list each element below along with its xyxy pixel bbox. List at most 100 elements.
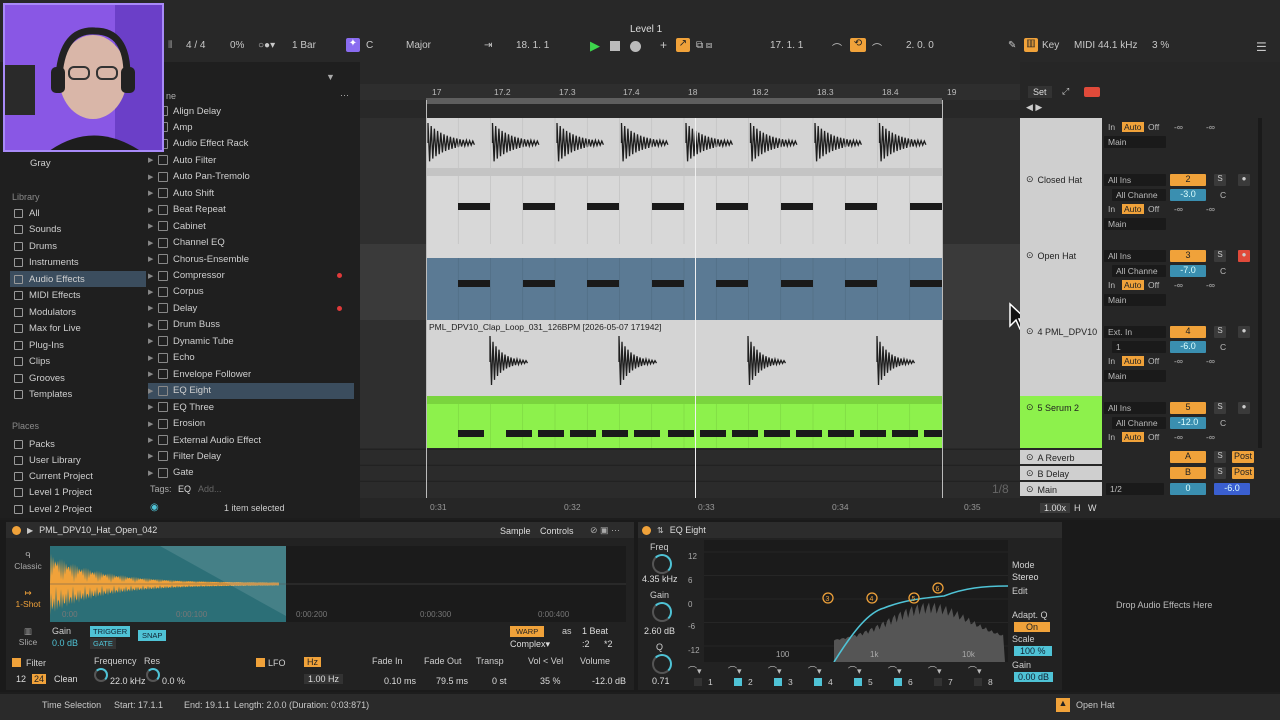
- band-filter-type-icon[interactable]: ⌒▾: [808, 664, 822, 677]
- expand-icon[interactable]: ▶: [148, 354, 158, 362]
- scale-mode-icon[interactable]: ✦: [346, 38, 360, 52]
- play-button[interactable]: ▶: [590, 38, 600, 54]
- main-volume[interactable]: 0: [1170, 483, 1206, 495]
- mixer-track-4[interactable]: ⊙ 4 PML_DPV10: [1020, 320, 1102, 396]
- warp-beats[interactable]: 1 Beat: [582, 626, 608, 636]
- mixer-track-1[interactable]: [1020, 118, 1102, 168]
- send-b[interactable]: -∞: [1206, 280, 1215, 290]
- track-activator[interactable]: 3: [1170, 250, 1206, 262]
- device-power-icon[interactable]: [12, 525, 21, 535]
- expand-icon[interactable]: ▶: [148, 255, 158, 263]
- library-item-sounds[interactable]: Sounds: [10, 222, 146, 238]
- monitor-off[interactable]: Off: [1148, 432, 1159, 442]
- gain-value[interactable]: 0.0 dB: [52, 638, 78, 648]
- quantize-menu[interactable]: 1 Bar: [292, 40, 316, 51]
- library-item-drums[interactable]: Drums: [10, 238, 146, 254]
- arm-button[interactable]: ●: [1238, 326, 1250, 338]
- fold-icon[interactable]: ⊙: [1026, 326, 1034, 337]
- metronome-icon[interactable]: ⦀: [168, 40, 172, 51]
- filter-toggle[interactable]: [12, 658, 21, 667]
- audio-clip-clap[interactable]: PML_DPV10_Clap_Loop_031_126BPM [2026-05-…: [426, 320, 942, 396]
- monitor-off[interactable]: Off: [1148, 122, 1159, 132]
- return-b-letter[interactable]: B: [1170, 467, 1206, 479]
- send-a[interactable]: -∞: [1174, 204, 1183, 214]
- warp-mode[interactable]: Complex▾: [510, 639, 550, 650]
- main-gain[interactable]: -6.0: [1214, 483, 1250, 495]
- track-lane-open-hat[interactable]: [360, 244, 1020, 344]
- send-a[interactable]: -∞: [1174, 356, 1183, 366]
- fold-icon[interactable]: ⊙: [1026, 484, 1034, 495]
- monitor-off[interactable]: Off: [1148, 280, 1159, 290]
- band-toggle[interactable]: [974, 678, 982, 686]
- track-pan[interactable]: C: [1220, 190, 1226, 200]
- track-lane-serum[interactable]: [360, 396, 1020, 496]
- keyboard-icon[interactable]: ▥: [1024, 38, 1038, 52]
- eq-q-value[interactable]: 0.71: [652, 676, 670, 686]
- h-toggle[interactable]: H: [1074, 503, 1081, 513]
- mixer-track-3[interactable]: ⊙ Open Hat: [1020, 244, 1102, 320]
- midi-clip-open-hat[interactable]: [426, 244, 942, 344]
- tag-add[interactable]: Add...: [198, 484, 222, 494]
- track-volume[interactable]: -6.0: [1170, 341, 1206, 353]
- filter-icon[interactable]: ▼: [326, 72, 335, 82]
- band-filter-type-icon[interactable]: ⌒▾: [728, 664, 742, 677]
- expand-icon[interactable]: ▶: [148, 321, 158, 329]
- monitor-auto[interactable]: Auto: [1122, 356, 1144, 366]
- band-toggle[interactable]: [774, 678, 782, 686]
- expand-icon[interactable]: ▶: [148, 469, 158, 477]
- monitor-in[interactable]: In: [1108, 356, 1115, 366]
- track-volume[interactable]: -7.0: [1170, 265, 1206, 277]
- effect-item[interactable]: ▶ Compressor: [148, 268, 354, 284]
- adapt-q-toggle[interactable]: On: [1014, 622, 1051, 632]
- track-activator[interactable]: 5: [1170, 402, 1206, 414]
- main-track[interactable]: ⊙ Main: [1020, 482, 1102, 496]
- band-filter-type-icon[interactable]: ⌒▾: [688, 664, 702, 677]
- place-item-current-project[interactable]: Current Project: [10, 469, 146, 485]
- monitor-in[interactable]: In: [1108, 122, 1115, 132]
- output-routing[interactable]: Main: [1104, 294, 1166, 306]
- return-b-solo[interactable]: S: [1214, 467, 1226, 479]
- return-track-a[interactable]: ⊙ A Reverb: [1020, 450, 1102, 464]
- punch-out-icon[interactable]: ⌒: [872, 40, 882, 55]
- lock-icon[interactable]: [1084, 87, 1100, 97]
- track-volume[interactable]: -3.0: [1170, 189, 1206, 201]
- track-name[interactable]: 4 PML_DPV10: [1038, 327, 1098, 337]
- track-pan[interactable]: C: [1220, 342, 1226, 352]
- return-lane-b[interactable]: [360, 465, 1020, 480]
- expand-icon[interactable]: ▶: [148, 436, 158, 444]
- monitor-auto[interactable]: Auto: [1122, 280, 1144, 290]
- loop-start[interactable]: 17. 1. 1: [770, 40, 803, 51]
- fold-icon[interactable]: ⊙: [1026, 468, 1034, 479]
- monitor-off[interactable]: Off: [1148, 204, 1159, 214]
- preview-icon[interactable]: ◉: [150, 502, 159, 513]
- effect-item[interactable]: ▶ Delay: [148, 300, 354, 316]
- library-item-templates[interactable]: Templates: [10, 387, 146, 403]
- track-activator[interactable]: 4: [1170, 326, 1206, 338]
- expand-icon[interactable]: ▶: [148, 156, 158, 164]
- fold-icon[interactable]: ⊙: [1026, 452, 1034, 463]
- effect-item[interactable]: ▶ Cabinet: [148, 218, 354, 234]
- double-button[interactable]: *2: [604, 639, 613, 649]
- filter-24[interactable]: 24: [32, 674, 47, 684]
- warp-button[interactable]: WARP: [510, 626, 545, 637]
- effect-item[interactable]: ▶ Channel EQ: [148, 235, 354, 251]
- eq-freq-knob[interactable]: [652, 554, 672, 574]
- snap-button[interactable]: SNAP: [138, 630, 167, 641]
- return-a-post[interactable]: Post: [1232, 451, 1254, 463]
- filter-12[interactable]: 12: [16, 674, 26, 684]
- w-toggle[interactable]: W: [1088, 503, 1097, 513]
- arm-button[interactable]: ●: [1238, 174, 1250, 186]
- monitor-off[interactable]: Off: [1148, 356, 1159, 366]
- scale-value[interactable]: 100 %: [1014, 646, 1052, 656]
- effect-item[interactable]: ▶Audio Effect Rack: [148, 136, 354, 152]
- tab-controls[interactable]: Controls: [540, 526, 574, 536]
- place-item-level-1-project[interactable]: Level 1 Project: [10, 485, 146, 501]
- mode-classic[interactable]: ᑫ Classic: [10, 550, 46, 571]
- return-lane-a[interactable]: [360, 449, 1020, 464]
- res-knob[interactable]: [146, 668, 160, 682]
- monitor-auto[interactable]: Auto: [1122, 432, 1144, 442]
- midi-clip-closed-hat[interactable]: [426, 168, 942, 268]
- effect-item[interactable]: ▶ Drum Buss: [148, 317, 354, 333]
- filter-type[interactable]: Clean: [54, 674, 78, 684]
- punch-in-icon[interactable]: ⌒: [832, 40, 842, 55]
